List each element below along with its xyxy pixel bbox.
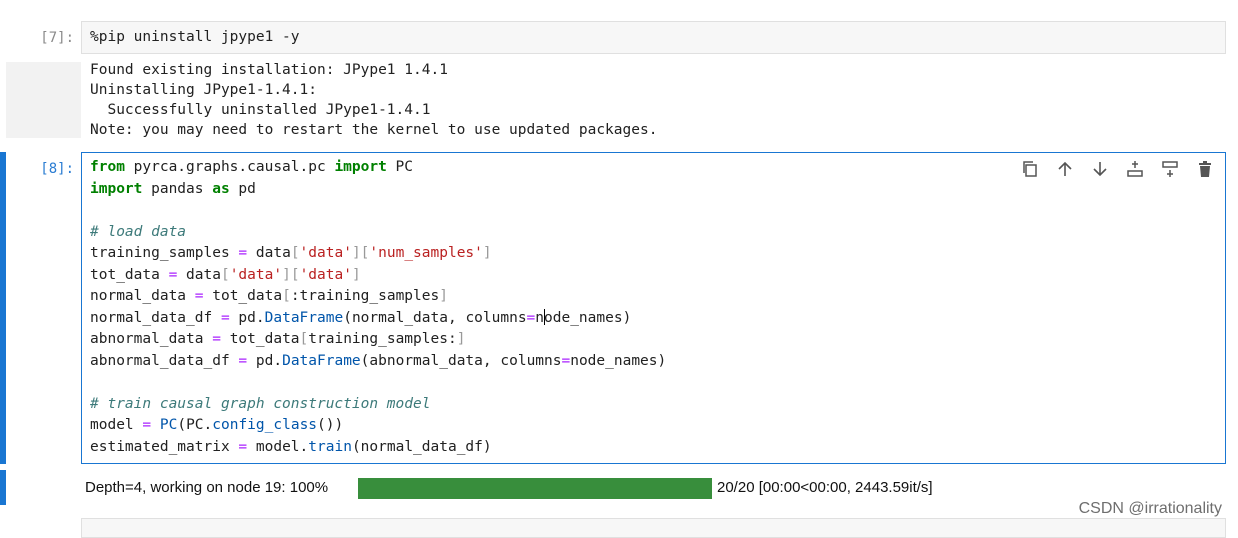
code-text: pyrca.graphs.causal.pc <box>124 159 335 175</box>
keyword: from <box>90 159 125 175</box>
code-text: pandas <box>142 180 213 197</box>
code-text: PC <box>386 159 414 175</box>
output-line: Successfully uninstalled JPype1-1.4.1 <box>90 102 431 118</box>
next-cell-input[interactable] <box>81 518 1226 538</box>
var: node_names <box>570 352 658 369</box>
cell-toolbar <box>1018 158 1217 180</box>
var: model <box>90 417 134 433</box>
var: data <box>255 245 291 261</box>
progress-bar-fill <box>358 478 712 499</box>
var: pd <box>255 352 274 369</box>
output-selection-bar[interactable] <box>0 470 6 505</box>
var: tot_data <box>229 331 300 347</box>
string: 'num_samples' <box>369 245 483 261</box>
var: estimated_matrix <box>90 438 230 455</box>
var: abnormal_data_df <box>90 352 230 369</box>
var: pd <box>238 309 256 326</box>
var: tot_data <box>90 266 160 283</box>
cell-prompt-7: [7]: <box>40 30 74 46</box>
var: columns <box>500 352 562 369</box>
var: abnormal_data <box>90 331 204 347</box>
var: ode_names <box>544 309 623 326</box>
var: training_samples <box>308 331 448 347</box>
code-text: pd <box>229 180 256 197</box>
func: DataFrame <box>264 309 344 326</box>
code-line: %pip uninstall jpype1 -y <box>90 27 300 49</box>
code-text: %pip uninstall jpype1 -y <box>90 29 300 45</box>
keyword: import <box>334 159 387 175</box>
var: normal_data_df <box>90 309 213 326</box>
var: normal_data <box>351 309 448 326</box>
duplicate-icon[interactable] <box>1018 158 1042 180</box>
var: normal_data_df <box>360 438 483 455</box>
func: PC <box>159 417 178 433</box>
var: model <box>255 438 300 455</box>
move-up-icon[interactable] <box>1053 158 1077 180</box>
cell-selection-bar[interactable] <box>0 152 6 464</box>
cell-output-7: Found existing installation: JPype1 1.4.… <box>90 60 657 140</box>
output-collapser[interactable] <box>6 62 81 138</box>
keyword: as <box>212 180 230 197</box>
keyword: import <box>90 180 143 197</box>
output-line: Uninstalling JPype1-1.4.1: <box>90 82 317 98</box>
string: 'data' <box>299 245 352 261</box>
var: training_samples <box>299 288 440 304</box>
string: 'data' <box>229 266 283 283</box>
code-editor[interactable]: from pyrca.graphs.causal.pc import PC im… <box>90 157 666 458</box>
var: data <box>186 266 221 283</box>
var: PC <box>186 417 204 433</box>
var: normal_data <box>90 288 187 304</box>
func: config_class <box>212 417 318 433</box>
var: columns <box>465 309 527 326</box>
func: DataFrame <box>282 352 361 369</box>
code-cell-input-8[interactable]: from pyrca.graphs.causal.pc import PC im… <box>81 152 1226 464</box>
insert-above-icon[interactable] <box>1123 158 1147 180</box>
watermark: CSDN @irrationality <box>1078 500 1222 517</box>
progress-stats: 20/20 [00:00<00:00, 2443.59it/s] <box>717 479 933 496</box>
var: abnormal_data <box>369 352 483 369</box>
cell-prompt-8: [8]: <box>40 161 74 177</box>
var: training_samples <box>90 245 230 261</box>
delete-icon[interactable] <box>1193 158 1217 180</box>
var: n <box>535 309 545 326</box>
move-down-icon[interactable] <box>1088 158 1112 180</box>
func: train <box>308 438 352 455</box>
insert-below-icon[interactable] <box>1158 158 1182 180</box>
code-comment: # train causal graph construction model <box>90 395 431 412</box>
progress-bar <box>358 478 712 499</box>
string: 'data' <box>299 266 352 283</box>
code-comment: # load data <box>90 223 187 240</box>
code-cell-input-7[interactable]: %pip uninstall jpype1 -y <box>81 21 1226 54</box>
progress-label: Depth=4, working on node 19: 100% <box>85 479 329 496</box>
output-line: Found existing installation: JPype1 1.4.… <box>90 62 448 78</box>
var: tot_data <box>212 288 283 304</box>
output-line: Note: you may need to restart the kernel… <box>90 122 658 138</box>
